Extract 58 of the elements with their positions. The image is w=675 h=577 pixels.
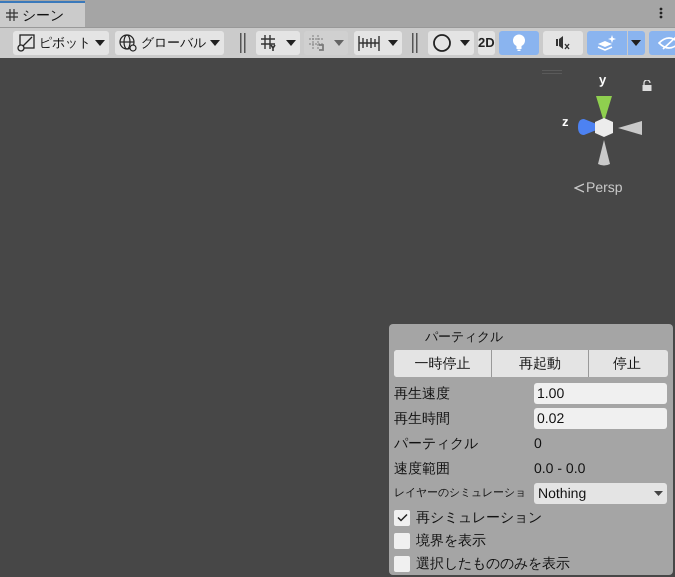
value-field[interactable]: 1.00 [534,383,667,404]
grid-icon [6,9,18,21]
shading-mode-button[interactable] [428,31,474,55]
chevron-left-icon[interactable] [574,182,584,192]
caret-icon [286,40,296,46]
tab-title: シーン [22,6,64,24]
checkbox-label: 選択したもののみを表示 [416,554,570,573]
caret-icon [210,40,220,46]
checkbox-label: 境界を表示 [416,531,486,550]
audio-toggle[interactable] [542,31,583,55]
field-label: パーティクル [394,434,479,453]
field-label: 再生時間 [394,409,451,428]
caret-icon [388,40,398,46]
grid-snap-button[interactable] [256,31,300,55]
orientation-gizmo-drawing[interactable] [576,94,642,166]
light-toggle[interactable] [498,31,539,55]
checkbox[interactable] [394,556,410,572]
y-axis-label: y [599,71,606,89]
checkbox-label: 再シミュレーション [416,508,542,527]
projection-label[interactable]: Persp [586,177,623,198]
globe-icon [119,34,137,52]
drag-handle-icon[interactable] [412,33,418,53]
checkmark-icon [396,513,408,522]
field-label: 速度範囲 [394,459,451,478]
drag-handle-icon[interactable] [240,33,246,53]
2d-button[interactable]: 2D [478,31,495,55]
caret-icon [334,40,344,46]
snap-increment-button[interactable] [304,31,348,55]
lock-icon[interactable] [642,80,652,91]
caret-icon [460,40,470,46]
caret-icon [95,40,105,46]
caret-icon [631,40,642,46]
value-text: 0 [534,434,542,453]
grid-snap-icon [260,34,278,52]
global-button[interactable]: グローバル [115,31,224,55]
layers-sparkle-icon [596,35,617,51]
scene-tab[interactable]: シーン [0,1,85,27]
field-label: 再生速度 [394,384,451,403]
value-text: 0.0 - 0.0 [534,459,586,478]
muted-speaker-icon [554,36,571,50]
checkbox[interactable] [394,532,410,548]
field-label: レイヤーのシミュレーショ [394,486,527,502]
panel-title: パーティクル [424,328,504,346]
light-bulb-icon [512,34,526,52]
checkbox[interactable] [394,510,410,526]
hidden-eye-icon [658,36,675,50]
value-field[interactable]: 0.02 [534,408,667,429]
layer-dropdown[interactable]: Nothing [534,483,667,504]
pivot-icon [17,34,35,52]
pivot-button[interactable]: ピボット [13,31,109,55]
increment-snap-button[interactable] [354,31,402,55]
z-axis-label: z [562,113,568,131]
effects-toggle[interactable] [586,31,627,55]
caret-icon [654,491,663,496]
effects-dropdown-button[interactable] [628,31,645,55]
grid-magnet-icon [308,34,326,52]
ruler-ticks-icon [358,34,380,52]
more-options-icon[interactable] [659,7,663,19]
